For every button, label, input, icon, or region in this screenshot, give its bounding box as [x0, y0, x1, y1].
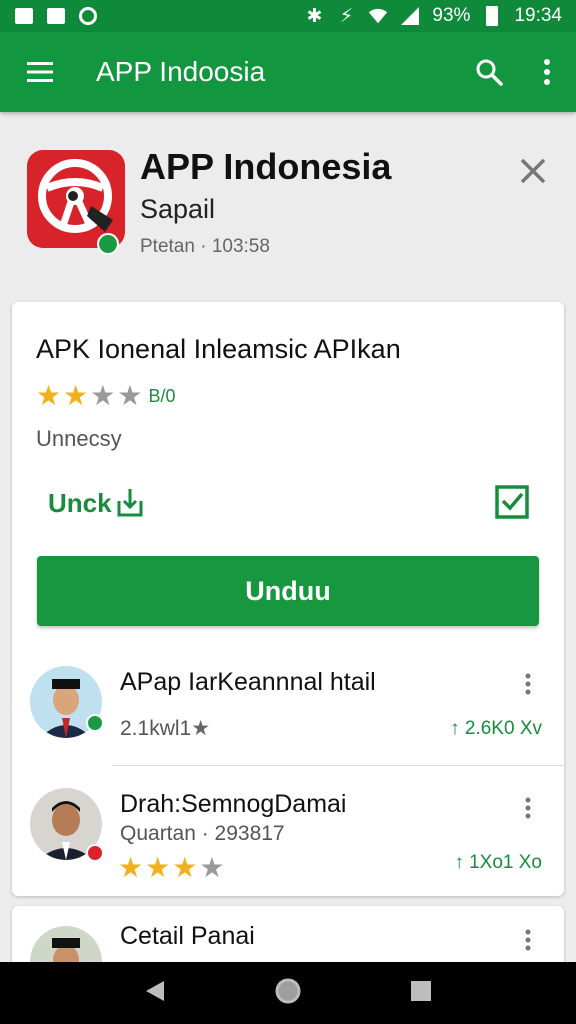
more-vert-icon [525, 673, 531, 695]
more-options-button[interactable] [518, 32, 576, 112]
arrow-up-icon: ↑ [454, 852, 464, 873]
back-button[interactable] [144, 979, 166, 1008]
card-title: APK Ionenal Inleamsic APIkan [36, 334, 401, 364]
app-header: APP Indonesia Sapail Ptetan · 103:58 [0, 112, 576, 292]
star-icon: ★ [117, 380, 143, 411]
star-icon: ★ [118, 852, 144, 883]
row-subtitle: Quartan · 293817 [120, 822, 285, 845]
recents-icon [411, 980, 431, 1001]
unlock-link[interactable]: Unck [48, 487, 144, 519]
app-meta: Ptetan · 103:58 [140, 236, 270, 257]
list-item[interactable]: APap IarKeannnal htail 2.1kwl1★ ↑ 2.6K0 … [12, 652, 564, 766]
recents-button[interactable] [410, 980, 432, 1007]
star-icon: ★ [191, 717, 211, 740]
home-icon [275, 978, 301, 1003]
status-badge-icon [86, 844, 104, 862]
rating-stars: ★ ★ ★ ★ [118, 854, 224, 882]
download-count-text: 1Xo1 Xo [469, 852, 542, 873]
clock: 19:34 [514, 5, 562, 26]
search-icon [476, 59, 503, 86]
card-subtitle: Unnecsy [36, 426, 122, 451]
app-developer[interactable]: Sapail [140, 194, 215, 225]
arrow-up-icon: ↑ [450, 718, 460, 739]
star-icon: ★ [36, 380, 62, 411]
check-box-icon [495, 485, 529, 519]
row-subtitle: 2.1kwl1★ [120, 716, 210, 741]
more-vert-icon [525, 797, 531, 819]
home-button[interactable] [274, 977, 302, 1010]
row-title: Drah:SemnogDamai [120, 790, 347, 818]
app-bar-title: APP Indoosia [96, 56, 266, 87]
star-icon: ★ [172, 852, 198, 883]
app-bar: APP Indoosia [0, 32, 576, 112]
checkbox-button[interactable] [494, 484, 530, 520]
list-item[interactable]: Drah:SemnogDamai Quartan · 293817 ★ ★ ★ … [12, 766, 564, 896]
rating-label: B/0 [148, 385, 176, 406]
notification-icons [14, 6, 98, 26]
download-tray-icon [117, 489, 143, 517]
search-button[interactable] [460, 32, 518, 112]
wifi-icon [368, 6, 388, 26]
download-button[interactable]: Unduu [37, 556, 539, 626]
menu-button[interactable] [0, 32, 80, 112]
row-subtitle-text: 2.1kwl1 [120, 717, 192, 740]
unlock-label: Unck [48, 487, 112, 518]
whatsapp-icon [78, 6, 98, 26]
battery-percent: 93% [432, 5, 471, 26]
more-vert-icon [525, 929, 531, 951]
status-bar: ✱ ⚡ 93% 19:34 [0, 0, 576, 32]
system-icons: ✱ ⚡ 93% 19:34 [304, 5, 562, 27]
download-count-text: 2.6K0 Xv [464, 718, 542, 739]
image-notification-icon [14, 6, 34, 26]
bluetooth-icon: ✱ [306, 5, 323, 27]
close-button[interactable] [512, 150, 554, 192]
star-icon: ★ [63, 380, 89, 411]
menu-icon [27, 62, 53, 82]
signal-icon [400, 6, 420, 26]
verified-badge-icon [86, 714, 104, 732]
download-count: ↑ 2.6K0 Xv [450, 718, 542, 740]
download-count: ↑ 1Xo1 Xo [454, 852, 542, 874]
app-name: APP Indonesia [140, 146, 392, 187]
verified-badge-icon [97, 233, 119, 255]
back-icon [146, 980, 164, 1001]
row-more-button[interactable] [512, 920, 544, 960]
more-vert-icon [544, 59, 550, 85]
details-card: APK Ionenal Inleamsic APIkan ★ ★ ★ ★ B/0… [12, 302, 564, 896]
system-navigation-bar [0, 962, 576, 1024]
row-title: APap IarKeannnal htail [120, 668, 376, 696]
rating-stars: ★ ★ ★ ★ B/0 [36, 382, 175, 410]
alarm-icon: ⚡ [339, 5, 354, 27]
row-title: Cetail Panai [120, 922, 255, 950]
close-icon [520, 158, 546, 184]
star-icon: ★ [90, 380, 116, 411]
row-more-button[interactable] [512, 664, 544, 704]
drive-notification-icon [46, 6, 66, 26]
battery-icon [482, 6, 502, 26]
row-more-button[interactable] [512, 788, 544, 828]
star-icon: ★ [199, 852, 225, 883]
star-icon: ★ [145, 852, 171, 883]
